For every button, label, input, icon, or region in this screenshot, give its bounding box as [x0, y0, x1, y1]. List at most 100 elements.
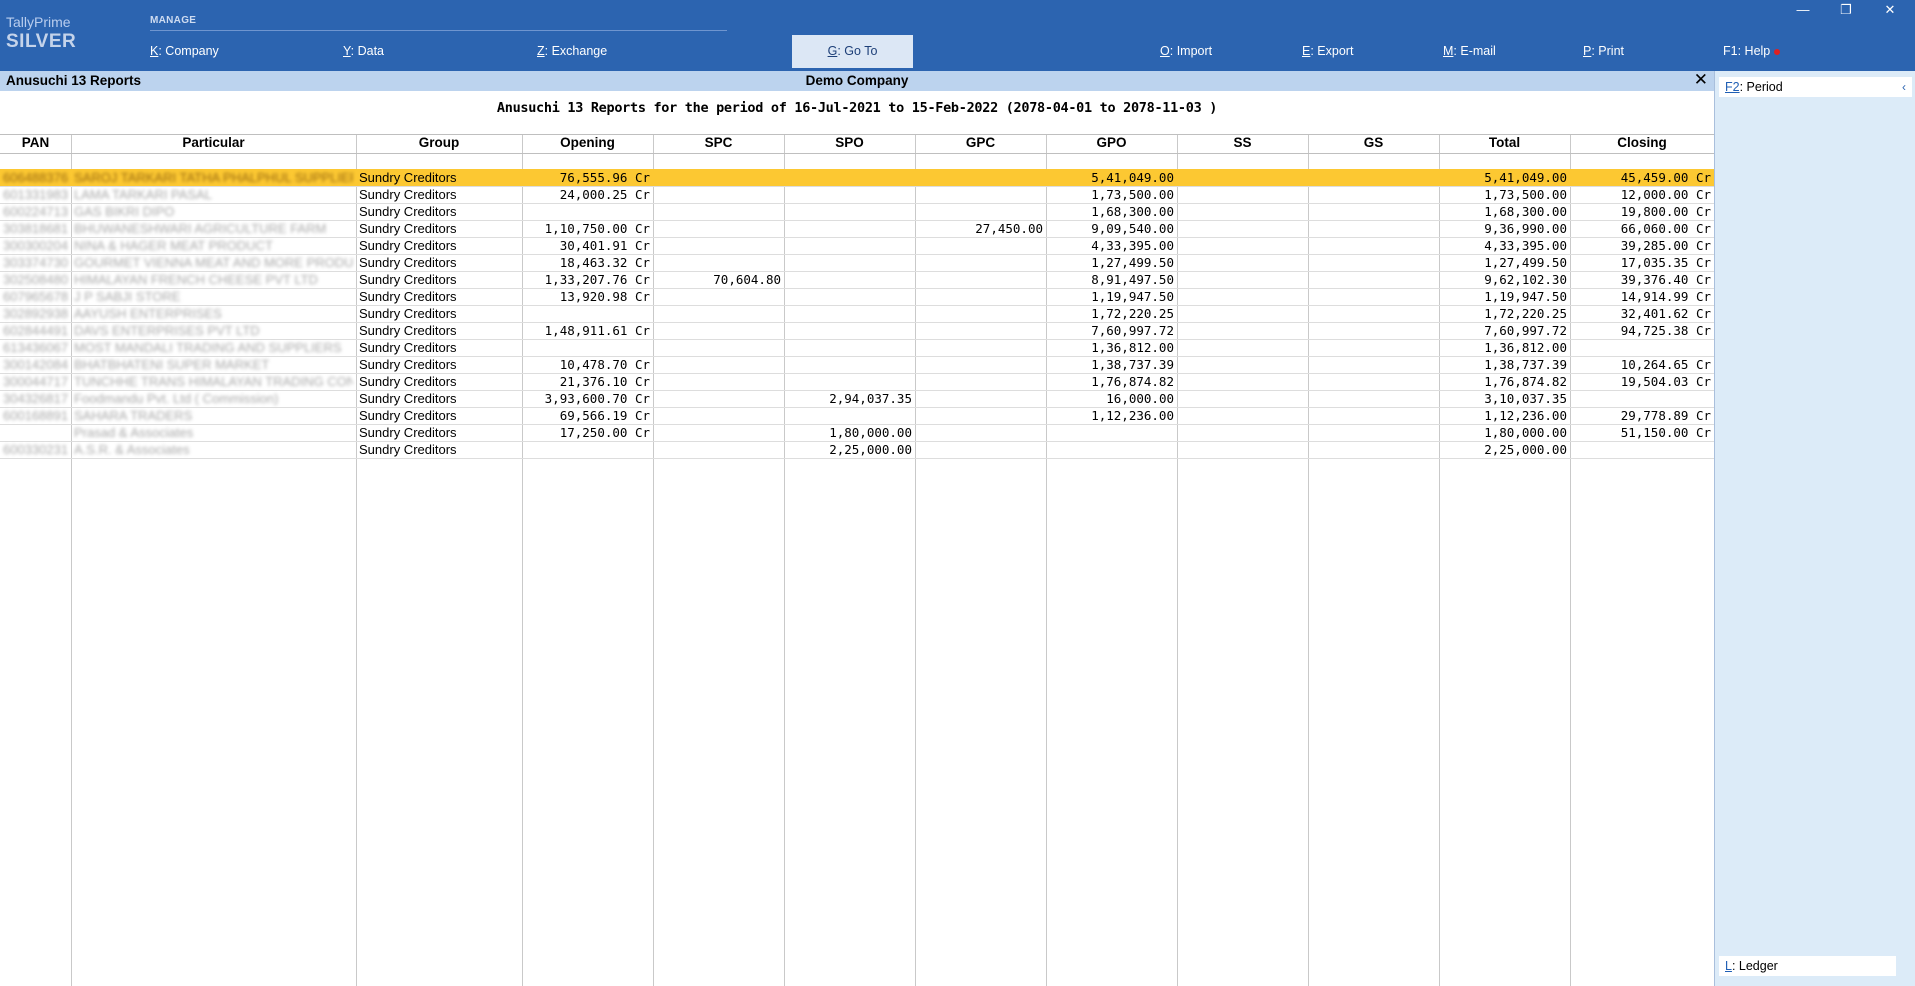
menu-print[interactable]: P: Print — [1583, 44, 1624, 58]
table-row[interactable]: 302892938 AAYUSH ENTERPRISES Sundry Credit… — [0, 305, 1714, 322]
cell-gpc — [918, 390, 1043, 407]
cell-total: 5,41,049.00 — [1484, 170, 1567, 185]
cell-group: Sundry Creditors — [359, 408, 457, 423]
cell-group: Sundry Creditors — [359, 204, 457, 219]
cell-ss — [1180, 356, 1305, 373]
cell-spo: 1,80,000.00 — [829, 425, 912, 440]
menu-go-to[interactable]: G: Go To — [792, 35, 913, 68]
cell-gs — [1311, 424, 1436, 441]
menu-import[interactable]: O: Import — [1160, 44, 1212, 58]
table-row[interactable]: 600224713 GAS BIKRI DIPO Sundry Creditors 1… — [0, 203, 1714, 220]
row-divider — [0, 458, 1714, 459]
cell-gpo: 4,33,395.00 — [1091, 238, 1174, 253]
cell-gpc — [918, 237, 1043, 254]
cell-particular: TUNCHHE TRANS HIMALAYAN TRADING CONCERN — [74, 374, 353, 389]
menu-exchange[interactable]: Z: Exchange — [537, 44, 607, 58]
cell-particular: BHATBHATENI SUPER MARKET — [74, 357, 270, 372]
table-row[interactable]: 300044717 TUNCHHE TRANS HIMALAYAN TRADING… — [0, 373, 1714, 390]
period-button[interactable]: F2: Period — [1719, 77, 1896, 97]
cell-spc — [656, 220, 781, 237]
cell-spo — [787, 237, 912, 254]
menu-export[interactable]: E: Export — [1302, 44, 1353, 58]
cell-closing: 45,459.00 Cr — [1620, 170, 1711, 185]
cell-spc — [656, 356, 781, 373]
cell-gs — [1311, 373, 1436, 390]
cell-spo — [787, 305, 912, 322]
restore-icon[interactable]: ❐ — [1834, 2, 1858, 18]
cell-opening — [525, 203, 650, 220]
cell-opening: 13,920.98 Cr — [559, 289, 650, 304]
cell-opening: 10,478.70 Cr — [559, 357, 650, 372]
cell-total: 7,60,997.72 — [1484, 323, 1567, 338]
table-row[interactable]: 300300204 NINA & HAGER MEAT PRODUCT Sundry… — [0, 237, 1714, 254]
cell-total: 3,10,037.35 — [1484, 391, 1567, 406]
cell-ss — [1180, 237, 1305, 254]
cell-ss — [1180, 322, 1305, 339]
window-close-icon[interactable]: ✕ — [1878, 2, 1902, 18]
cell-particular: J P SABJI STORE — [74, 289, 181, 304]
table-row[interactable]: 613436067 MOST MANDALI TRADING AND SUPPLI… — [0, 339, 1714, 356]
cell-spc — [656, 305, 781, 322]
cell-gs — [1311, 407, 1436, 424]
menu-data[interactable]: Y: Data — [343, 44, 384, 58]
cell-ss — [1180, 220, 1305, 237]
cell-opening: 17,250.00 Cr — [559, 425, 650, 440]
table-row[interactable]: 304326817 Foodmandu Pvt. Ltd ( Commission… — [0, 390, 1714, 407]
cell-opening: 21,376.10 Cr — [559, 374, 650, 389]
collapse-panel-icon[interactable]: ‹ — [1896, 77, 1912, 97]
cell-opening: 3,93,600.70 Cr — [544, 391, 650, 406]
minimize-icon[interactable]: — — [1791, 2, 1815, 17]
cell-group: Sundry Creditors — [359, 391, 457, 406]
cell-gpo: 7,60,997.72 — [1091, 323, 1174, 338]
table-row[interactable]: 600168891 SAHARA TRADERS Sundry Creditors 6… — [0, 407, 1714, 424]
cell-group: Sundry Creditors — [359, 306, 457, 321]
table-row[interactable]: 601331983 LAMA TARKARI PASAL Sundry Credit… — [0, 186, 1714, 203]
cell-particular: MOST MANDALI TRADING AND SUPPLIERS — [74, 340, 342, 355]
cell-total: 2,25,000.00 — [1484, 442, 1567, 457]
table-row[interactable]: 600330231 A.S.R. & Associates Sundry Credi… — [0, 441, 1714, 458]
menu-company[interactable]: K: Company — [150, 44, 219, 58]
ledger-button[interactable]: L: Ledger — [1719, 956, 1896, 976]
manage-label: MANAGE — [150, 15, 197, 26]
cell-opening: 1,48,911.61 Cr — [544, 323, 650, 338]
cell-ss — [1180, 305, 1305, 322]
cell-spc — [656, 254, 781, 271]
cell-closing: 39,285.00 Cr — [1620, 238, 1711, 253]
table-row[interactable]: 302508480 HIMALAYAN FRENCH CHEESE PVT LTD… — [0, 271, 1714, 288]
column-header-opening: Opening — [560, 135, 615, 150]
cell-gpc — [918, 203, 1043, 220]
table-row[interactable]: 607965678 J P SABJI STORE Sundry Creditors… — [0, 288, 1714, 305]
cell-gpc — [918, 356, 1043, 373]
menu-email[interactable]: M: E-mail — [1443, 44, 1496, 58]
cell-gpo: 1,38,737.39 — [1091, 357, 1174, 372]
table-row[interactable]: 602844491 DAVS ENTERPRISES PVT LTD Sundry … — [0, 322, 1714, 339]
cell-closing: 14,914.99 Cr — [1620, 289, 1711, 304]
cell-pan: 304326817 — [3, 391, 68, 406]
cell-gpo: 1,73,500.00 — [1091, 187, 1174, 202]
table-row[interactable]: 300142084 BHATBHATENI SUPER MARKET Sundry … — [0, 356, 1714, 373]
cell-group: Sundry Creditors — [359, 323, 457, 338]
report-close-icon[interactable]: ✕ — [1694, 70, 1708, 90]
cell-total: 9,36,990.00 — [1484, 221, 1567, 236]
cell-gs — [1311, 254, 1436, 271]
table-row[interactable]: Prasad & Associates Sundry Creditors 17,25… — [0, 424, 1714, 441]
table-row[interactable]: 303818681 BHUWANESHWARI AGRICULTURE FARM S… — [0, 220, 1714, 237]
cell-pan — [3, 424, 68, 441]
cell-particular: Prasad & Associates — [74, 425, 194, 440]
report-header-bar: Demo Company Anusuchi 13 Reports ✕ — [0, 70, 1714, 91]
cell-ss — [1180, 339, 1305, 356]
table-row[interactable]: 303374730 GOURMET VIENNA MEAT AND MORE PR… — [0, 254, 1714, 271]
table-row[interactable]: 606488376 SAROJ TARKARI TATHA PHALPHUL SU… — [0, 169, 1714, 186]
cell-pan: 302892938 — [3, 306, 68, 321]
cell-gs — [1311, 186, 1436, 203]
menu-help[interactable]: F1: Help — [1723, 44, 1781, 58]
cell-gpo: 5,41,049.00 — [1091, 170, 1174, 185]
cell-particular: SAROJ TARKARI TATHA PHALPHUL SUPPLIERS — [74, 170, 353, 185]
cell-gs — [1311, 305, 1436, 322]
cell-pan: 303818681 — [3, 221, 68, 236]
cell-spo — [787, 322, 912, 339]
cell-gpc — [918, 288, 1043, 305]
cell-pan: 602844491 — [3, 323, 68, 338]
cell-group: Sundry Creditors — [359, 374, 457, 389]
cell-gpc — [918, 424, 1043, 441]
